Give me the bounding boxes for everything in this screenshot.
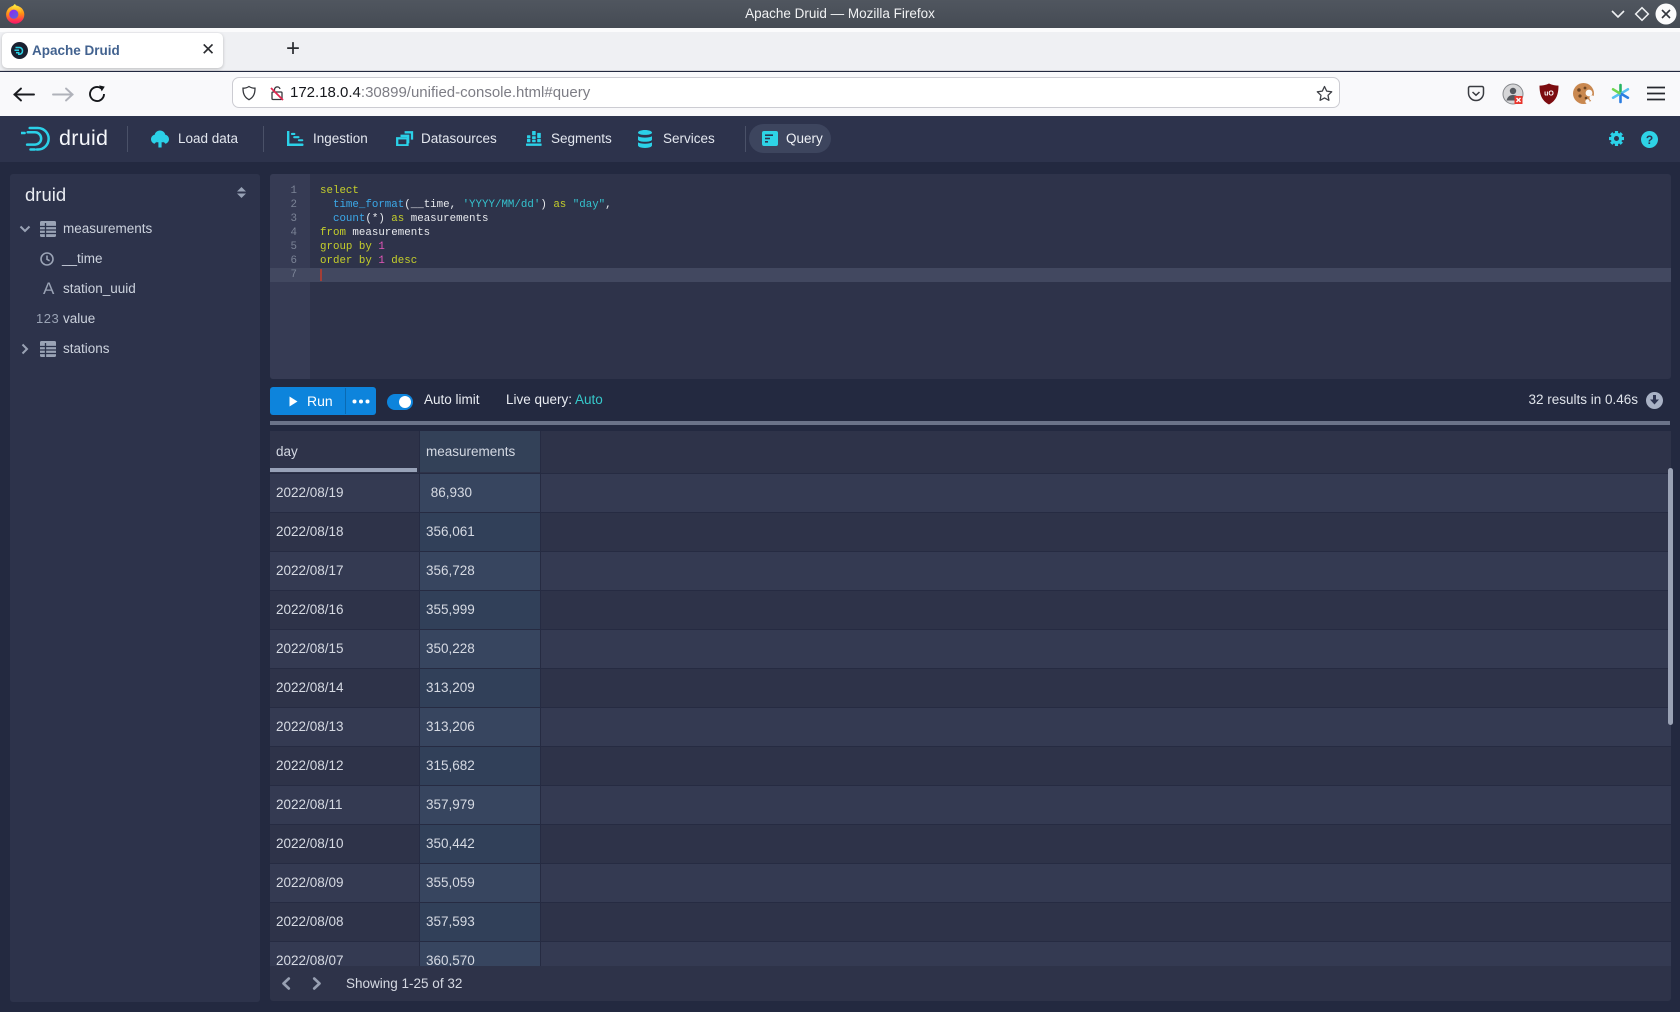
svg-text:?: ? xyxy=(1646,133,1653,147)
svg-text:uO: uO xyxy=(1544,91,1554,98)
